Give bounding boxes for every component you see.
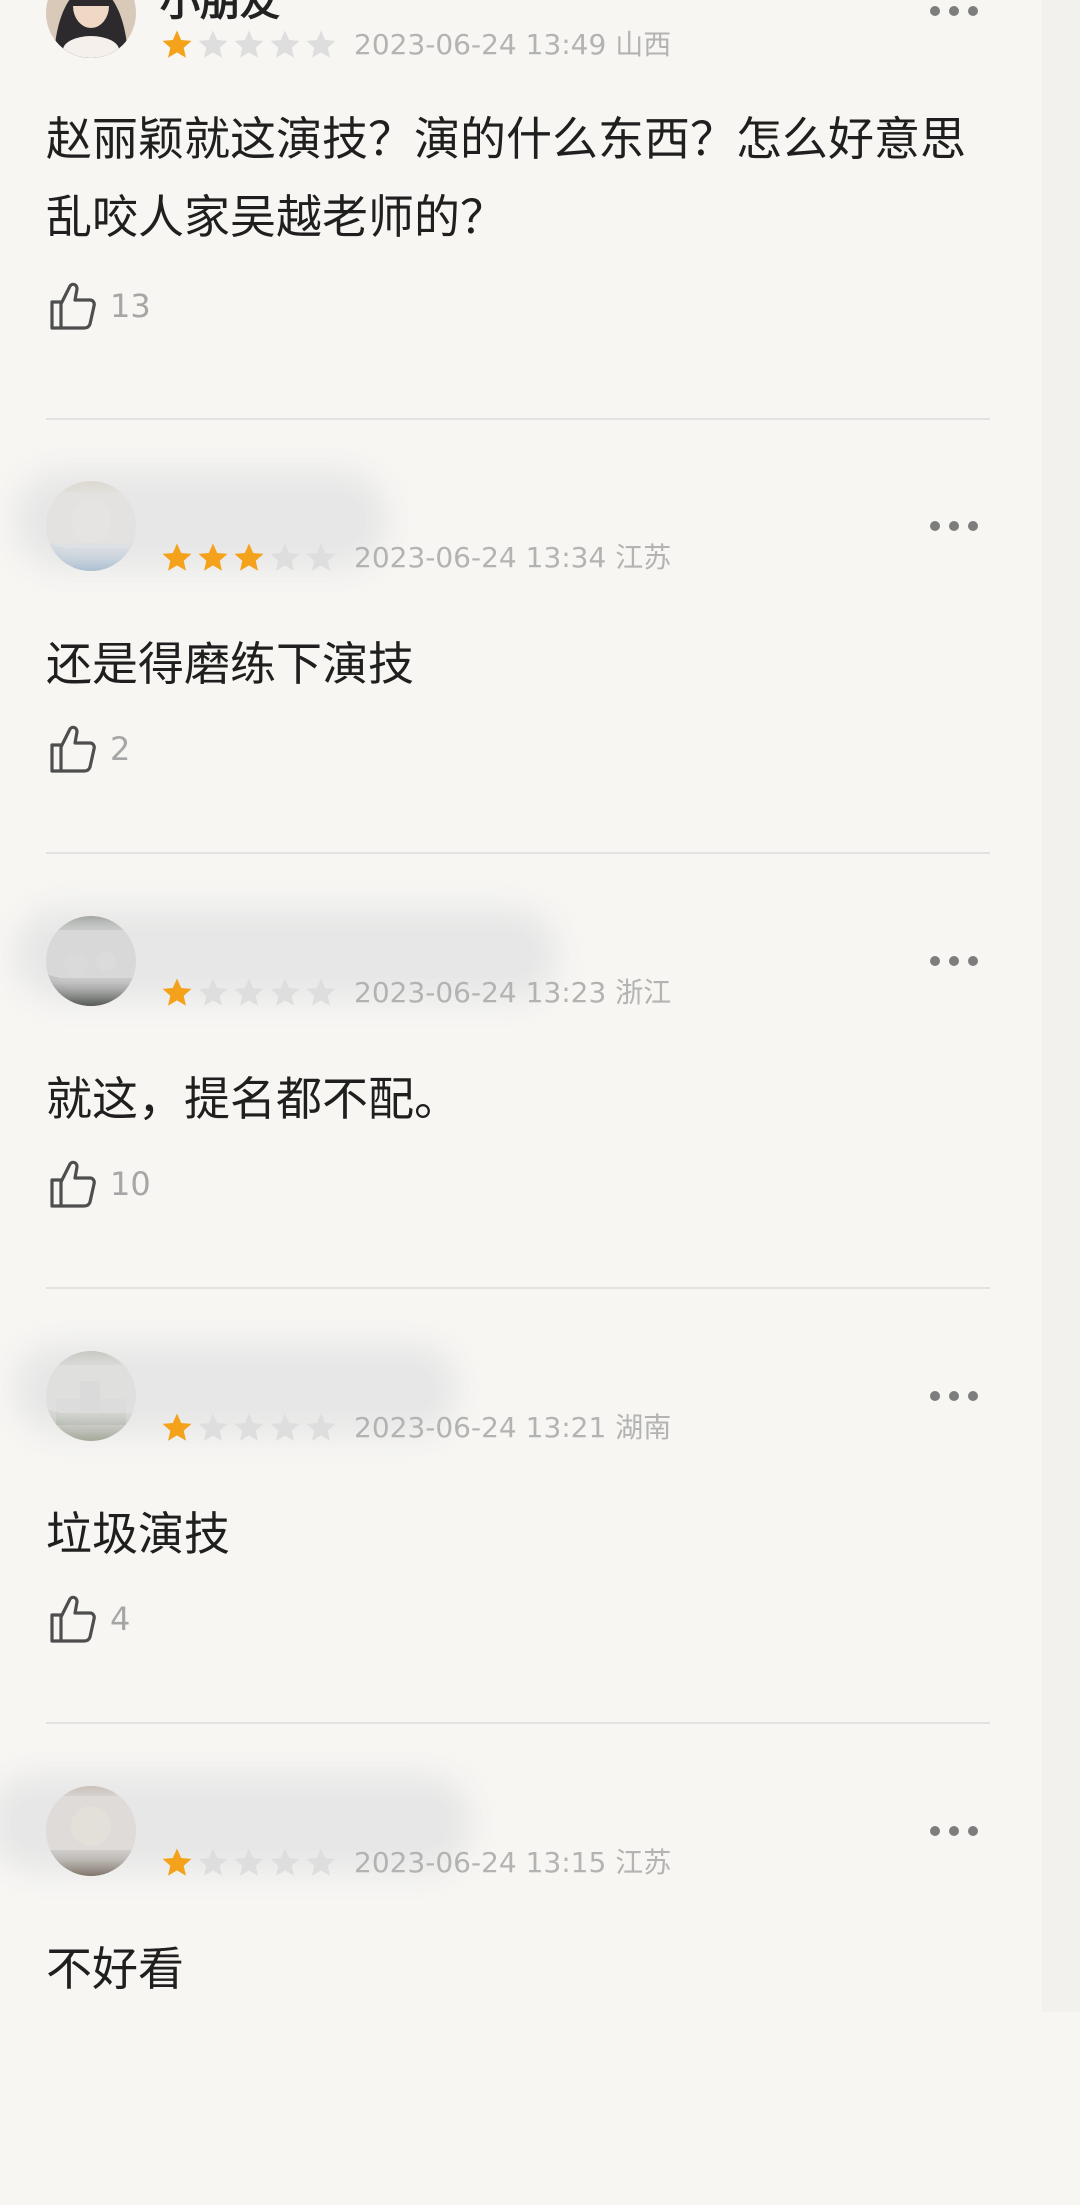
star-empty-icon — [270, 1413, 300, 1441]
comment-text: 垃圾演技 — [46, 1507, 230, 1561]
star-empty-icon — [306, 543, 336, 571]
more-dot — [930, 956, 940, 966]
like-count: 2 — [110, 730, 131, 768]
comment-date: 2023-06-24 13:34 — [354, 541, 607, 574]
thumbs-up-icon — [50, 1160, 96, 1208]
star-empty-icon — [198, 1848, 228, 1876]
comment-meta: 2023-06-24 13:34 江苏 — [354, 541, 671, 575]
more-options-button[interactable] — [930, 6, 978, 18]
comment-location: 湖南 — [615, 1411, 672, 1444]
comment-item: 2023-06-24 13:34 江苏 还是得磨练下演技 2 — [0, 465, 1080, 900]
star-empty-icon — [198, 1413, 228, 1441]
thumbs-up-icon — [50, 1595, 96, 1643]
star-empty-icon — [306, 1413, 336, 1441]
more-dot — [968, 1826, 978, 1836]
more-dot — [968, 6, 978, 16]
star-empty-icon — [198, 30, 228, 58]
avatar-image — [46, 0, 136, 58]
comment-date: 2023-06-24 13:15 — [354, 1846, 607, 1879]
rating-stars — [160, 28, 338, 62]
comment-meta: 2023-06-24 13:23 浙江 — [354, 976, 671, 1010]
more-dot — [930, 6, 940, 16]
comment-item: 2023-06-24 13:23 浙江 就这，提名都不配。 10 — [0, 900, 1080, 1335]
comment-location: 山西 — [615, 28, 672, 61]
more-dot — [930, 1826, 940, 1836]
more-options-button[interactable] — [930, 521, 978, 533]
star-empty-icon — [270, 1848, 300, 1876]
star-empty-icon — [306, 978, 336, 1006]
comment-location: 江苏 — [615, 541, 672, 574]
star-empty-icon — [270, 30, 300, 58]
thumbs-up-icon — [50, 725, 96, 773]
more-options-button[interactable] — [930, 1391, 978, 1403]
star-empty-icon — [234, 30, 264, 58]
star-filled-icon — [162, 1413, 192, 1441]
divider — [46, 1287, 990, 1289]
like-count: 4 — [110, 1600, 131, 1638]
comment-text: 不好看 — [46, 1942, 184, 1996]
star-empty-icon — [306, 30, 336, 58]
username[interactable]: 小朋友 — [160, 0, 280, 22]
more-dot — [968, 1391, 978, 1401]
star-filled-icon — [162, 30, 192, 58]
like-button[interactable]: 4 — [48, 1593, 130, 1645]
comment-text: 就这，提名都不配。 — [46, 1072, 460, 1126]
more-dot — [930, 1391, 940, 1401]
star-empty-icon — [234, 978, 264, 1006]
thumbs-up-icon — [50, 282, 96, 330]
comment-meta: 2023-06-24 13:15 江苏 — [354, 1846, 671, 1880]
user-avatar[interactable] — [46, 0, 136, 58]
username-redaction — [36, 1365, 436, 1413]
divider — [46, 1722, 990, 1724]
star-empty-icon — [234, 1848, 264, 1876]
username-redaction — [36, 492, 366, 548]
more-dot — [949, 956, 959, 966]
more-dot — [949, 6, 959, 16]
comment-meta: 2023-06-24 13:49 山西 — [354, 28, 671, 62]
comment-location: 浙江 — [615, 976, 672, 1009]
comment-text: 还是得磨练下演技 — [46, 637, 414, 691]
rating-stars — [160, 1411, 338, 1445]
star-filled-icon — [198, 543, 228, 571]
rating-stars — [160, 1846, 338, 1880]
comment-item: 小朋友 2023-06-24 13:49 山西 赵丽颖就这演技？演的什么东西？怎… — [0, 0, 1080, 425]
star-filled-icon — [162, 978, 192, 1006]
comment-item: 2023-06-24 13:21 湖南 垃圾演技 4 — [0, 1335, 1080, 1770]
more-dot — [968, 956, 978, 966]
username-redaction — [36, 930, 536, 978]
star-filled-icon — [162, 1848, 192, 1876]
rating-stars — [160, 541, 338, 575]
like-button[interactable]: 13 — [48, 280, 151, 332]
comment-meta: 2023-06-24 13:21 湖南 — [354, 1411, 671, 1445]
comment-date: 2023-06-24 13:49 — [354, 28, 607, 61]
more-options-button[interactable] — [930, 1826, 978, 1838]
like-count: 13 — [110, 287, 151, 325]
comment-item: 2023-06-24 13:15 江苏 不好看 — [0, 1770, 1080, 2205]
like-button[interactable]: 2 — [48, 723, 130, 775]
rating-stars — [160, 976, 338, 1010]
comment-date: 2023-06-24 13:23 — [354, 976, 607, 1009]
username-redaction — [10, 1796, 450, 1850]
star-filled-icon — [162, 543, 192, 571]
divider — [46, 852, 990, 854]
comment-text: 赵丽颖就这演技？演的什么东西？怎么好意思乱咬人家吴越老师的？ — [46, 112, 966, 244]
more-dot — [949, 521, 959, 531]
divider — [46, 418, 990, 420]
star-empty-icon — [198, 978, 228, 1006]
more-dot — [968, 521, 978, 531]
comment-location: 江苏 — [615, 1846, 672, 1879]
more-options-button[interactable] — [930, 956, 978, 968]
like-count: 10 — [110, 1165, 151, 1203]
more-dot — [949, 1391, 959, 1401]
star-empty-icon — [270, 978, 300, 1006]
more-dot — [930, 521, 940, 531]
more-dot — [949, 1826, 959, 1836]
comment-date: 2023-06-24 13:21 — [354, 1411, 607, 1444]
like-button[interactable]: 10 — [48, 1158, 151, 1210]
star-filled-icon — [234, 543, 264, 571]
star-empty-icon — [270, 543, 300, 571]
star-empty-icon — [234, 1413, 264, 1441]
star-empty-icon — [306, 1848, 336, 1876]
